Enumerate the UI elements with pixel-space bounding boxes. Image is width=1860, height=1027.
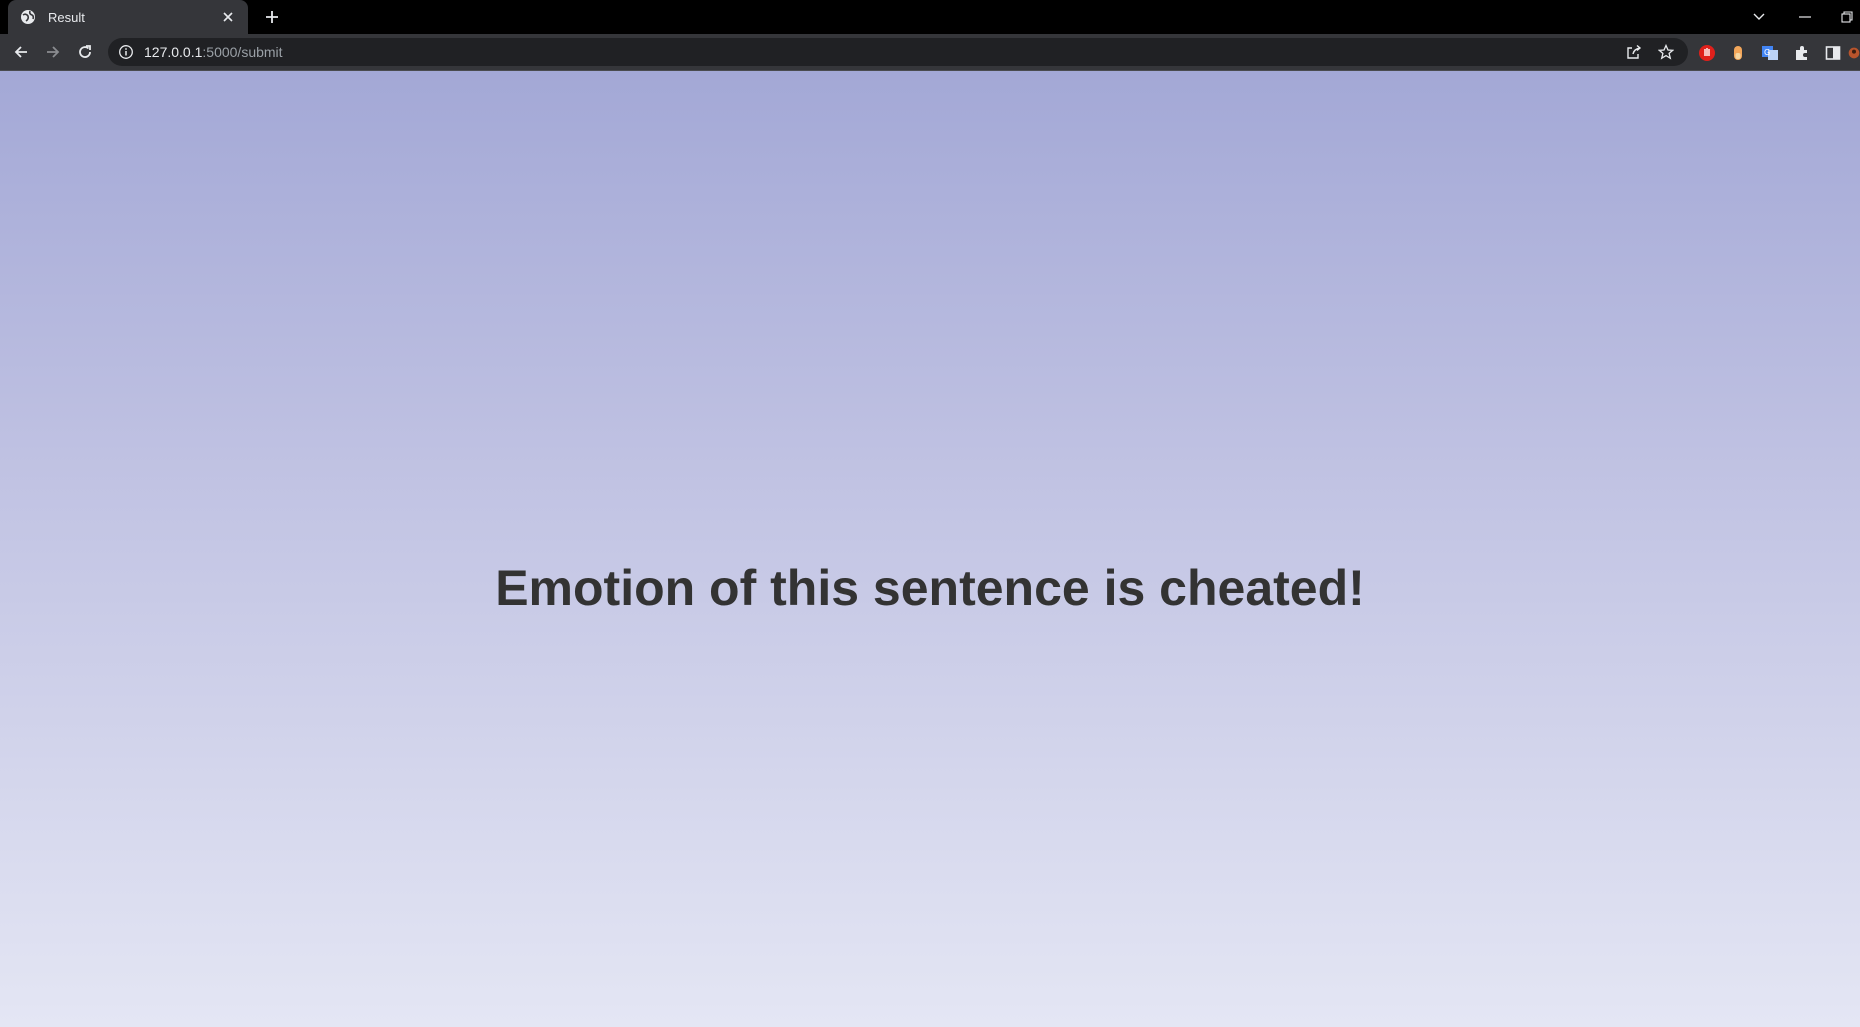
avatar[interactable]: [1848, 42, 1860, 64]
url-path: :5000/submit: [202, 44, 283, 60]
page-viewport: Emotion of this sentence is cheated!: [0, 71, 1860, 1027]
extension-orange-icon[interactable]: [1727, 42, 1749, 64]
extension-red-icon[interactable]: [1696, 42, 1718, 64]
tab-search-icon[interactable]: [1742, 4, 1776, 30]
svg-text:G: G: [1764, 48, 1770, 57]
restore-icon[interactable]: [1830, 4, 1860, 30]
url-text: 127.0.0.1:5000/submit: [144, 44, 283, 60]
plus-icon[interactable]: [260, 5, 284, 29]
tab-result[interactable]: Result: [8, 0, 248, 34]
puzzle-icon[interactable]: [1791, 42, 1813, 64]
browser-toolbar: 127.0.0.1:5000/submit G: [0, 34, 1860, 71]
back-arrow-icon[interactable]: [7, 38, 35, 66]
forward-arrow-icon[interactable]: [39, 38, 67, 66]
url-host: 127.0.0.1: [144, 44, 203, 60]
minimize-icon[interactable]: [1788, 4, 1822, 30]
side-panel-icon[interactable]: [1822, 42, 1844, 64]
address-bar[interactable]: 127.0.0.1:5000/submit: [108, 38, 1688, 66]
info-icon[interactable]: [118, 44, 134, 60]
tab-title: Result: [48, 9, 85, 25]
close-icon[interactable]: [218, 7, 238, 27]
tab-strip: Result: [0, 0, 1860, 34]
result-heading: Emotion of this sentence is cheated!: [495, 560, 1365, 616]
share-icon[interactable]: [1622, 42, 1646, 62]
reload-icon[interactable]: [71, 38, 99, 66]
star-icon[interactable]: [1654, 42, 1678, 62]
translate-icon[interactable]: G: [1759, 42, 1781, 64]
globe-icon: [20, 9, 36, 25]
